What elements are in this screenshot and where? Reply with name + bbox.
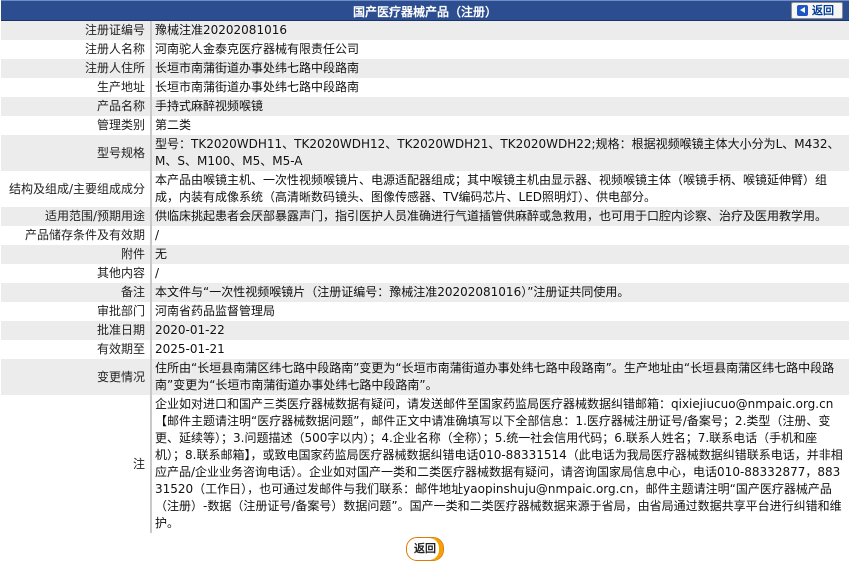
field-value: 住所由“长垣县南蒲区纬七路中段路南”变更为“长垣市南蒲街道办事处纬七路中段路南”… [150,359,849,395]
field-label: 审批部门 [1,302,151,321]
field-value: 2020-01-22 [150,321,849,340]
table-row: 管理类别 第二类 [1,116,849,135]
field-label: 其他内容 [1,264,151,283]
field-value: 供临床挑起患者会厌部暴露声门，指引医护人员准确进行气道插管供麻醉或急救用，也可用… [150,207,849,226]
field-value: 本文件与“一次性视频喉镜片（注册证编号：豫械注准20202081016）”注册证… [150,283,849,302]
field-value: 河南驼人金泰克医疗器械有限责任公司 [150,40,849,59]
field-value: 长垣市南蒲街道办事处纬七路中段路南 [150,78,849,97]
table-row: 适用范围/预期用途 供临床挑起患者会厌部暴露声门，指引医护人员准确进行气道插管供麻… [1,207,849,226]
field-label: 管理类别 [1,116,151,135]
field-label: 批准日期 [1,321,151,340]
field-label: 结构及组成/主要组成成分 [1,171,151,207]
table-row: 审批部门 河南省药品监督管理局 [1,302,849,321]
table-row: 变更情况 住所由“长垣县南蒲区纬七路中段路南”变更为“长垣市南蒲街道办事处纬七路中… [1,359,849,395]
field-label: 适用范围/预期用途 [1,207,151,226]
field-label: 变更情况 [1,359,151,395]
field-value: 手持式麻醉视频喉镜 [150,97,849,116]
table-row: 产品储存条件及有效期 / [1,226,849,245]
field-value: 长垣市南蒲街道办事处纬七路中段路南 [150,59,849,78]
field-value: 型号：TK2020WDH11、TK2020WDH12、TK2020WDH21、T… [150,135,849,171]
table-row: 备注 本文件与“一次性视频喉镜片（注册证编号：豫械注准20202081016）”注… [1,283,849,302]
footer: 返回 [1,533,849,561]
table-row: 注企业如对进口和国产三类医疗器械数据有疑问，请发送邮件至国家药监局医疗器械数据纠… [1,395,849,533]
field-label: 注册人名称 [1,40,151,59]
field-label: 注册人住所 [1,59,151,78]
field-value: 豫械注准20202081016 [150,21,849,40]
back-arrow-icon [797,5,808,16]
page-title: 国产医疗器械产品（注册） [352,5,497,19]
field-label: 附件 [1,245,151,264]
table-row: 附件无 [1,245,849,264]
back-button-label: 返回 [812,4,834,17]
table-row: 批准日期 2020-01-22 [1,321,849,340]
field-label: 产品储存条件及有效期 [1,226,151,245]
field-value: 本产品由喉镜主机、一次性视频喉镜片、电源适配器组成；其中喉镜主机由显示器、视频喉… [150,171,849,207]
field-value: 无 [150,245,849,264]
back-button-bottom[interactable]: 返回 [406,537,444,561]
field-label: 产品名称 [1,97,151,116]
field-value: 第二类 [150,116,849,135]
table-row: 注册人住所 长垣市南蒲街道办事处纬七路中段路南 [1,59,849,78]
field-label: 注册证编号 [1,21,151,40]
field-label: 有效期至 [1,340,151,359]
table-row: 其他内容 / [1,264,849,283]
table-row: 注册证编号 豫械注准20202081016 [1,21,849,40]
field-value: 2025-01-21 [150,340,849,359]
table-row: 注册人名称 河南驼人金泰克医疗器械有限责任公司 [1,40,849,59]
title-bar: 国产医疗器械产品（注册） 返回 [1,0,849,21]
table-row: 生产地址 长垣市南蒲街道办事处纬七路中段路南 [1,78,849,97]
table-row: 有效期至 2025-01-21 [1,340,849,359]
field-value: / [150,226,849,245]
detail-table: 注册证编号 豫械注准20202081016 注册人名称 河南驼人金泰克医疗器械有限责任… [1,21,849,533]
table-row: 产品名称 手持式麻醉视频喉镜 [1,97,849,116]
field-value: / [150,264,849,283]
field-label: 备注 [1,283,151,302]
field-label: 生产地址 [1,78,151,97]
table-row: 型号规格 型号：TK2020WDH11、TK2020WDH12、TK2020WDH… [1,135,849,171]
field-value: 河南省药品监督管理局 [150,302,849,321]
field-value: 企业如对进口和国产三类医疗器械数据有疑问，请发送邮件至国家药监局医疗器械数据纠错… [150,395,849,533]
back-button-top[interactable]: 返回 [791,2,843,19]
detail-page: 国产医疗器械产品（注册） 返回 注册证编号 豫械注准20202081016 注册人名… [1,0,849,561]
table-row: 结构及组成/主要组成成分 本产品由喉镜主机、一次性视频喉镜片、电源适配器组成；其中… [1,171,849,207]
field-label: 型号规格 [1,135,151,171]
field-label: 注 [1,395,151,533]
